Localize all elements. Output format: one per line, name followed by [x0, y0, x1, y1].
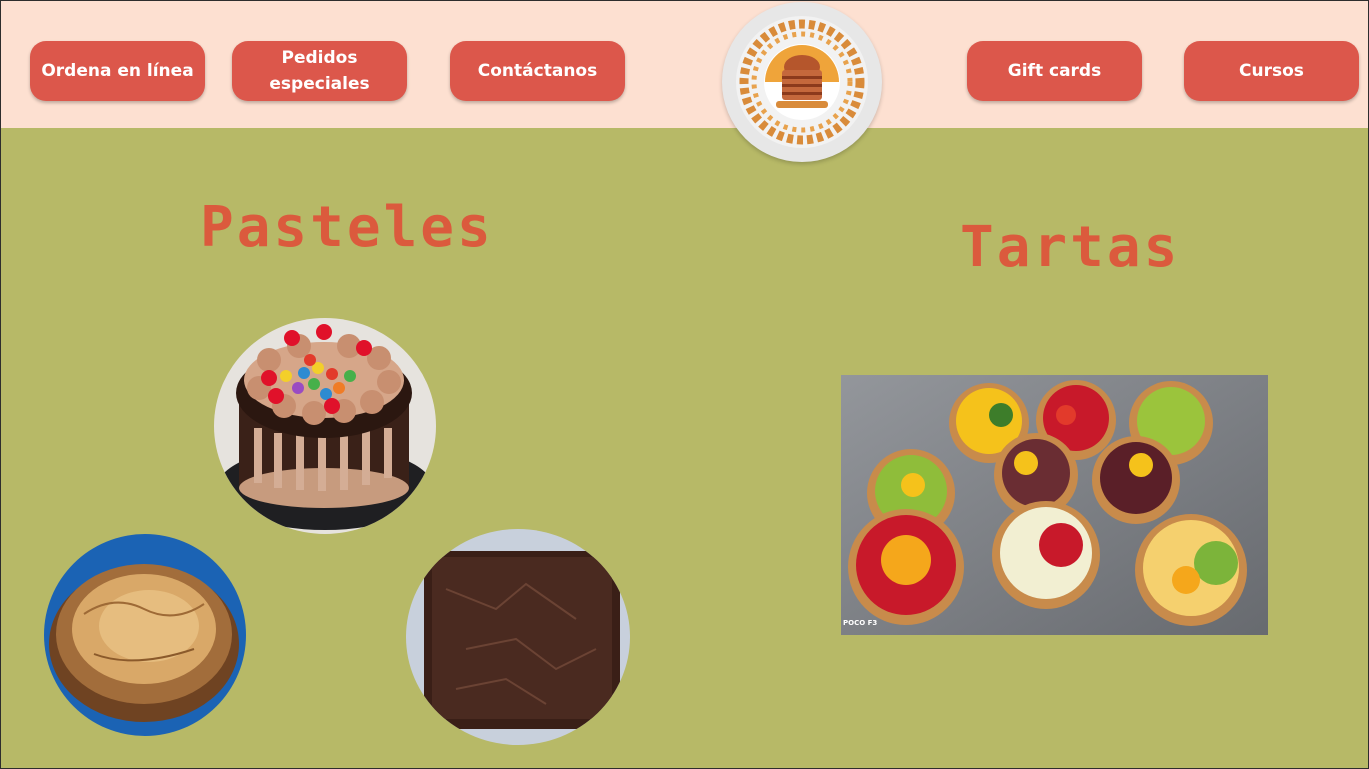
nav-special-orders-button[interactable]: Pedidos especiales	[232, 41, 407, 101]
photo-watermark: POCO F3	[843, 619, 877, 627]
nav-label: Contáctanos	[477, 61, 598, 81]
nav-label: Pedidos especiales	[269, 48, 370, 94]
tartas-title: Tartas	[960, 215, 1181, 280]
nav-order-online-button[interactable]: Ordena en línea	[30, 41, 205, 101]
bakery-logo[interactable]	[722, 2, 882, 162]
nav-contact-button[interactable]: Contáctanos	[450, 41, 625, 101]
brownie-photo[interactable]	[406, 529, 630, 745]
fruit-tarts-photo[interactable]: POCO F3	[841, 375, 1268, 635]
nav-label: Gift cards	[1007, 61, 1102, 81]
bakery-logo-icon	[736, 16, 868, 148]
nav-label: Cursos	[1239, 61, 1304, 81]
nav-gift-cards-button[interactable]: Gift cards	[967, 41, 1142, 101]
cheesecake-photo[interactable]	[44, 534, 246, 736]
chocolate-cake-photo[interactable]	[214, 318, 436, 534]
nav-courses-button[interactable]: Cursos	[1184, 41, 1359, 101]
top-header: Ordena en línea Pedidos especiales Contá…	[1, 1, 1368, 128]
pasteles-title: Pasteles	[200, 195, 494, 260]
nav-label: Ordena en línea	[41, 61, 194, 81]
